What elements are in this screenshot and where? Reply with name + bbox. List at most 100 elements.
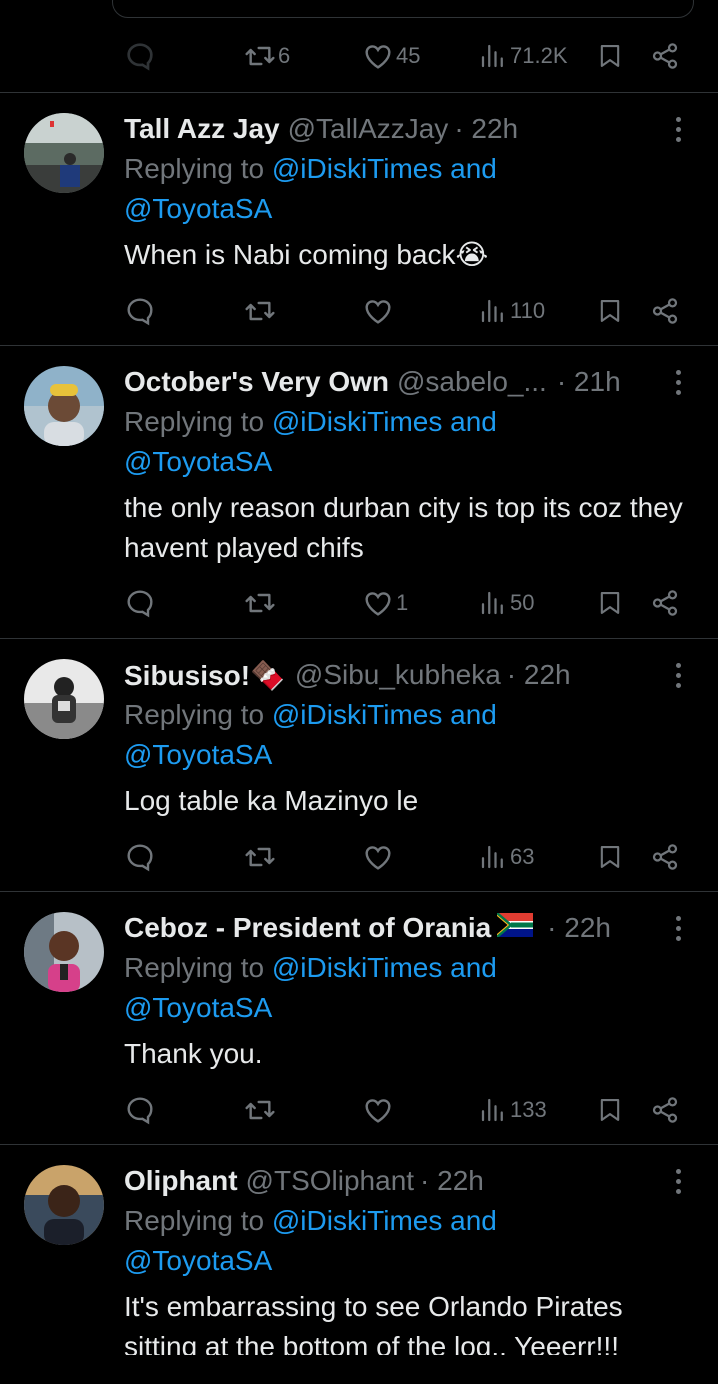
- views-icon: [481, 44, 503, 68]
- views-button[interactable]: 133: [478, 1090, 547, 1130]
- display-name[interactable]: Tall Azz Jay: [124, 113, 280, 145]
- views-button[interactable]: 50: [478, 583, 534, 623]
- views-button[interactable]: 110: [478, 291, 545, 331]
- bookmark-button[interactable]: [596, 291, 624, 331]
- bookmark-button[interactable]: [596, 36, 624, 76]
- retweet-icon: [245, 593, 275, 613]
- reply-button[interactable]: [124, 1090, 156, 1130]
- like-count: 45: [396, 43, 421, 68]
- like-icon: [365, 45, 391, 69]
- avatar[interactable]: [24, 1165, 104, 1245]
- timestamp[interactable]: · 21h: [557, 366, 621, 398]
- share-button[interactable]: [650, 291, 680, 331]
- avatar[interactable]: [24, 659, 104, 739]
- display-name[interactable]: Oliphant: [124, 1165, 238, 1197]
- reply-icon: [127, 590, 153, 618]
- views-button[interactable]: 71.2K: [478, 36, 568, 76]
- timestamp[interactable]: · 22h: [507, 659, 571, 691]
- tweet-text: It's embarrassing to see Orlando Pirates…: [124, 1291, 623, 1355]
- reply-button[interactable]: [124, 291, 156, 331]
- bookmark-button[interactable]: [596, 1090, 624, 1130]
- avatar[interactable]: [24, 366, 104, 446]
- username[interactable]: @Sibu_kubheka: [295, 659, 501, 691]
- timestamp[interactable]: · 22h: [420, 1165, 484, 1197]
- avatar[interactable]: [24, 912, 104, 992]
- bookmark-icon: [600, 1099, 620, 1121]
- views-button[interactable]: 63: [478, 837, 534, 877]
- views-icon: [481, 845, 503, 869]
- like-icon: [365, 300, 391, 324]
- quoted-card-edge: [112, 0, 694, 18]
- replying-prefix: Replying to: [124, 952, 272, 983]
- more-options-icon[interactable]: [666, 659, 690, 691]
- mention-link[interactable]: @ToyotaSA: [124, 446, 272, 477]
- reply-tweet[interactable]: Oliphant @TSOliphant · 22h Replying to @…: [0, 1145, 718, 1355]
- timestamp[interactable]: · 22h: [454, 113, 518, 145]
- mention-link[interactable]: @iDiskiTimes and: [272, 699, 497, 730]
- share-button[interactable]: [650, 1090, 680, 1130]
- retweet-count: 6: [278, 43, 291, 68]
- mention-link[interactable]: @ToyotaSA: [124, 193, 272, 224]
- bookmark-button[interactable]: [596, 837, 624, 877]
- like-icon: [365, 846, 391, 870]
- action-bar: 1 50: [0, 583, 718, 623]
- share-icon: [652, 1097, 678, 1123]
- mention-link[interactable]: @ToyotaSA: [124, 992, 272, 1023]
- replying-to: Replying to @iDiskiTimes and @ToyotaSA: [124, 149, 684, 229]
- retweet-button[interactable]: [244, 1090, 276, 1130]
- mention-link[interactable]: @ToyotaSA: [124, 1245, 272, 1276]
- more-options-icon[interactable]: [666, 113, 690, 145]
- bookmark-icon: [600, 592, 620, 614]
- more-options-icon[interactable]: [666, 1165, 690, 1197]
- retweet-icon: [245, 1100, 275, 1120]
- retweet-button[interactable]: [244, 583, 276, 623]
- tweet-text: Log table ka Mazinyo le: [124, 785, 419, 816]
- reply-tweet[interactable]: October's Very Own @sabelo_... · 21h Rep…: [0, 346, 718, 638]
- like-count: 1: [396, 590, 409, 615]
- like-button[interactable]: 45: [362, 36, 420, 76]
- reply-button[interactable]: [124, 837, 156, 877]
- replying-to: Replying to @iDiskiTimes and @ToyotaSA: [124, 402, 684, 482]
- share-button[interactable]: [650, 837, 680, 877]
- replying-prefix: Replying to: [124, 153, 272, 184]
- like-button[interactable]: [362, 1090, 394, 1130]
- views-icon: [481, 299, 503, 323]
- username[interactable]: @TallAzzJay: [288, 113, 449, 145]
- display-name[interactable]: October's Very Own: [124, 366, 389, 398]
- retweet-button[interactable]: 6: [244, 36, 290, 76]
- tweet-text: When is Nabi coming back😭: [124, 239, 489, 270]
- avatar[interactable]: [24, 113, 104, 193]
- mention-link[interactable]: @ToyotaSA: [124, 739, 272, 770]
- share-button[interactable]: [650, 583, 680, 623]
- share-button[interactable]: [650, 36, 680, 76]
- reply-header: Ceboz - President of Orania · 22h: [124, 908, 658, 948]
- action-bar: 110: [0, 291, 718, 331]
- reply-tweet[interactable]: Tall Azz Jay @TallAzzJay · 22h Replying …: [0, 93, 718, 345]
- timestamp[interactable]: · 22h: [547, 912, 611, 944]
- reply-tweet[interactable]: Sibusiso!🍫 @Sibu_kubheka · 22h Replying …: [0, 639, 718, 891]
- like-button[interactable]: [362, 291, 394, 331]
- bookmark-button[interactable]: [596, 583, 624, 623]
- mention-link[interactable]: @iDiskiTimes and: [272, 1205, 497, 1236]
- more-options-icon[interactable]: [666, 366, 690, 398]
- mention-link[interactable]: @iDiskiTimes and: [272, 153, 497, 184]
- retweet-button[interactable]: [244, 837, 276, 877]
- mention-link[interactable]: @iDiskiTimes and: [272, 406, 497, 437]
- reply-button[interactable]: [124, 36, 156, 76]
- username[interactable]: @sabelo_...: [397, 366, 547, 398]
- display-name[interactable]: Ceboz - President of Orania: [124, 912, 491, 944]
- reply-tweet[interactable]: Ceboz - President of Orania · 22h Replyi…: [0, 892, 718, 1144]
- like-icon: [365, 592, 391, 616]
- like-button[interactable]: [362, 837, 394, 877]
- retweet-button[interactable]: [244, 291, 276, 331]
- reply-header: Tall Azz Jay @TallAzzJay · 22h: [124, 109, 658, 149]
- display-name[interactable]: Sibusiso!🍫: [124, 659, 285, 692]
- username[interactable]: @TSOliphant: [246, 1165, 415, 1197]
- share-icon: [652, 43, 678, 69]
- reply-icon: [127, 1097, 153, 1125]
- views-icon: [481, 591, 503, 615]
- reply-button[interactable]: [124, 583, 156, 623]
- mention-link[interactable]: @iDiskiTimes and: [272, 952, 497, 983]
- like-button[interactable]: 1: [362, 583, 408, 623]
- more-options-icon[interactable]: [666, 912, 690, 944]
